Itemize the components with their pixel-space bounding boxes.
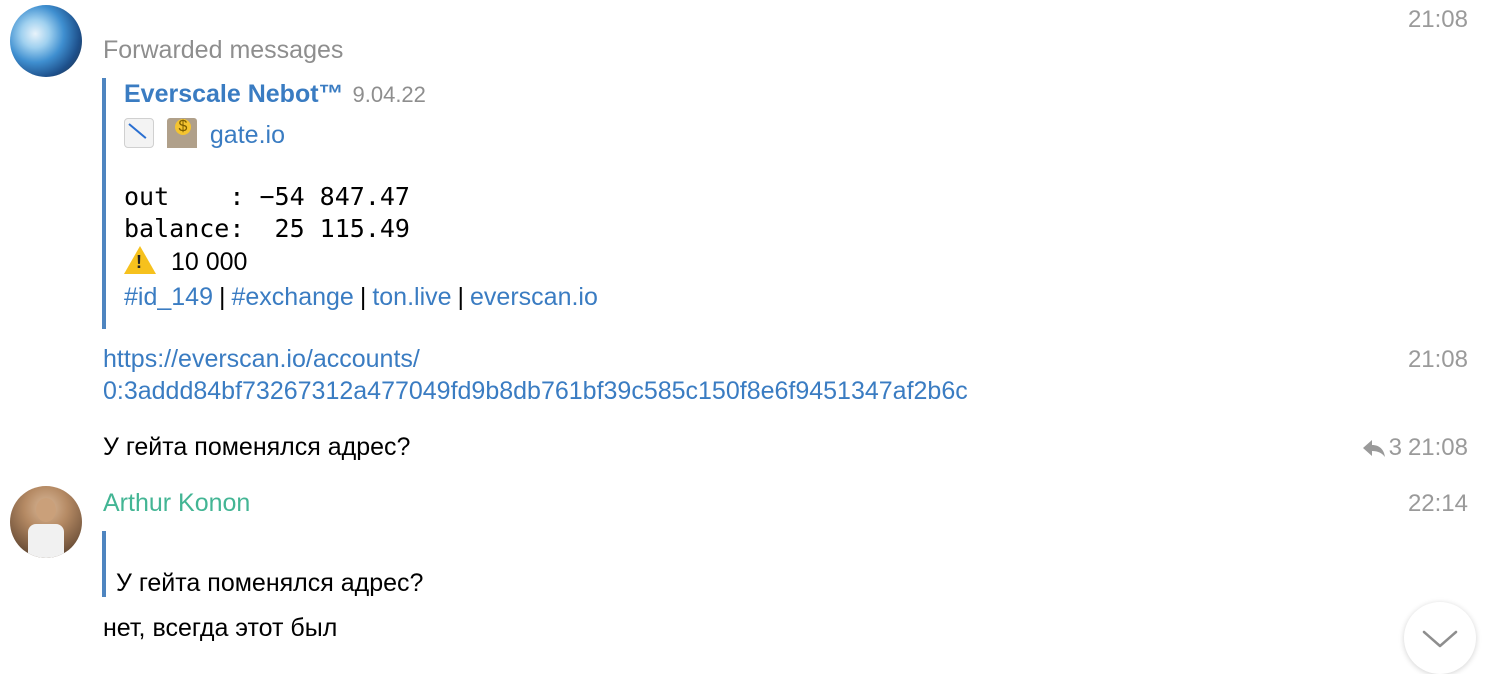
message-text: нет, всегда этот был	[103, 614, 338, 642]
bank-icon	[166, 118, 197, 148]
message-time: 21:08	[1407, 6, 1468, 33]
gate-link[interactable]: gate.io	[210, 121, 285, 149]
message-time: 21:08	[1407, 434, 1468, 461]
url-line-2: 0:3addd84bf73267312a477049fd9b8db761bf39…	[103, 377, 968, 405]
tags-line: #id_149 | #exchange | ton.live | everscan.io	[124, 283, 598, 312]
quote-date: 9.04.22	[352, 82, 426, 107]
quote-title: Everscale Nebot™ 9.04.22	[124, 80, 426, 109]
ton-live-link[interactable]: ton.live	[372, 283, 451, 311]
forwarded-quote[interactable]: Everscale Nebot™ 9.04.22 gate.io out : −…	[102, 78, 902, 329]
avatar-shirt	[28, 524, 64, 558]
message-time: 21:08	[1407, 346, 1468, 373]
reply-count: 3	[1388, 434, 1402, 461]
url-line-1: https://everscan.io/accounts/	[103, 345, 420, 373]
message-time: 22:14	[1407, 490, 1468, 517]
account-url-link[interactable]: https://everscan.io/accounts/ 0:3addd84b…	[103, 343, 968, 407]
scroll-down-button[interactable]	[1404, 602, 1476, 674]
warning-icon	[124, 246, 156, 274]
quote-line-exchange: gate.io	[124, 118, 285, 150]
avatar[interactable]	[10, 486, 82, 558]
avatar[interactable]	[10, 5, 82, 77]
out-line: out : −54 847.47	[124, 182, 410, 211]
message-text: У гейта поменялся адрес?	[103, 433, 411, 461]
separator: |	[457, 283, 465, 311]
chart-decreasing-icon	[124, 118, 154, 148]
everscan-link[interactable]: everscan.io	[470, 283, 598, 311]
quote-author[interactable]: Everscale Nebot™	[124, 80, 344, 108]
avatar-face	[36, 498, 56, 522]
hashtag-exchange[interactable]: #exchange	[231, 283, 353, 311]
hashtag-id[interactable]: #id_149	[124, 283, 213, 311]
author-name[interactable]: Arthur Konon	[103, 489, 250, 518]
balance-line: balance: 25 115.49	[124, 214, 410, 243]
warning-value: 10 000	[170, 248, 248, 276]
reply-icon	[1362, 440, 1385, 457]
quoted-text: У гейта поменялся адрес?	[116, 569, 424, 597]
separator: |	[218, 283, 226, 311]
reply-meta[interactable]: 3 21:08	[1362, 434, 1468, 462]
chevron-down-icon	[1422, 630, 1458, 648]
forwarded-header: Forwarded messages	[103, 36, 344, 64]
reply-quote[interactable]: У гейта поменялся адрес?	[102, 531, 423, 597]
separator: |	[359, 283, 367, 311]
warning-line: 10 000	[124, 246, 247, 277]
